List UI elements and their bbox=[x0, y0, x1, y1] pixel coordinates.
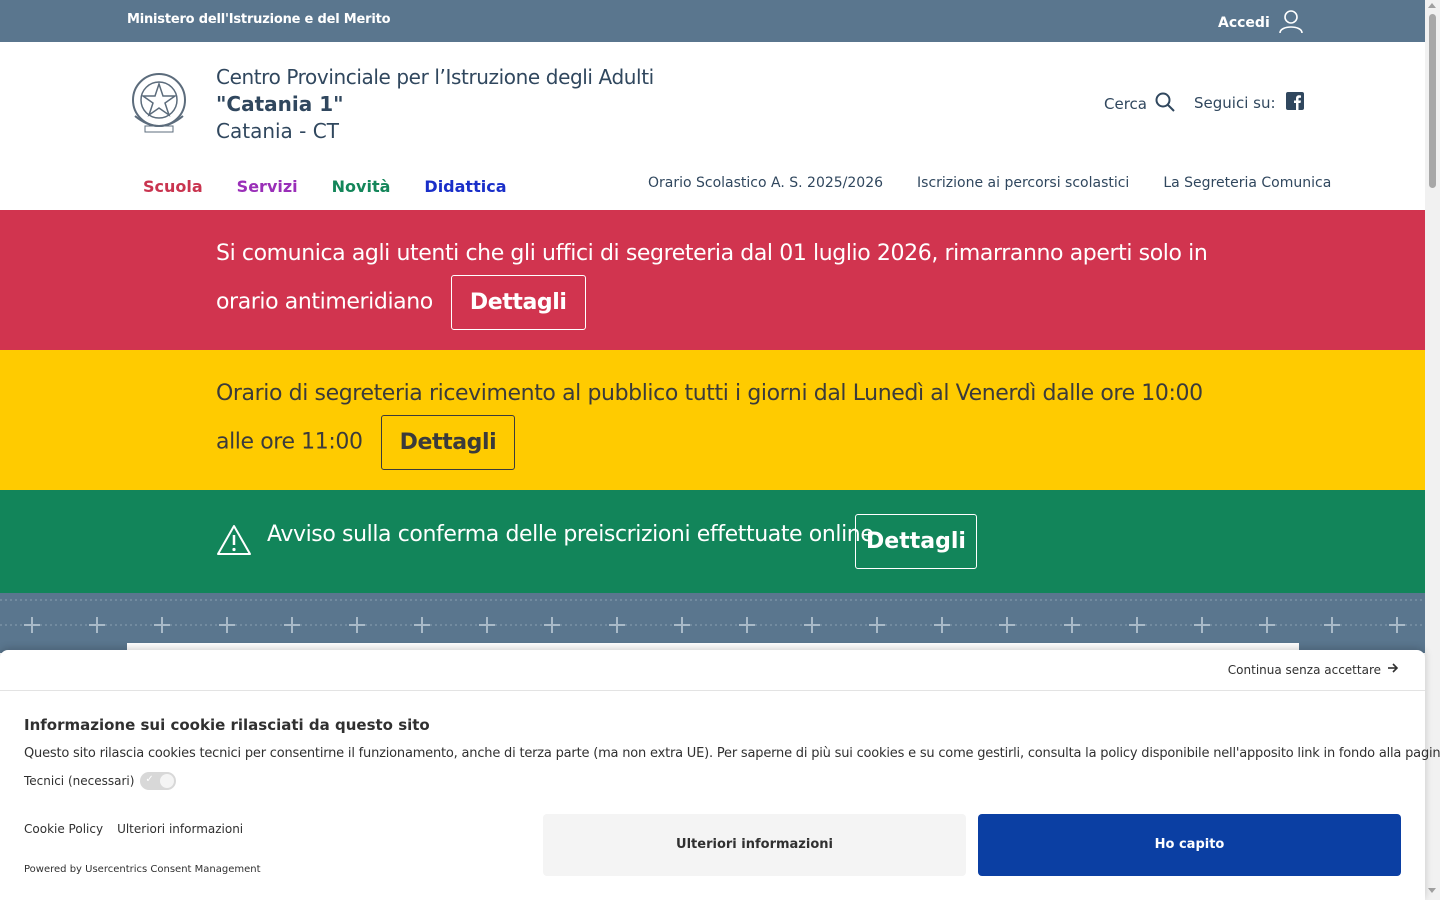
nav-orario-scolastico[interactable]: Orario Scolastico A. S. 2025/2026 bbox=[648, 175, 883, 191]
alert-yellow-details-button[interactable]: Dettagli bbox=[380, 415, 516, 470]
search-label: Cerca bbox=[1104, 95, 1147, 113]
alert-yellow-text: Orario di segreteria ricevimento al pubb… bbox=[216, 381, 1203, 455]
facebook-icon[interactable] bbox=[1285, 92, 1304, 114]
cookie-links: Cookie Policy Ulteriori informazioni bbox=[24, 822, 243, 836]
more-info-link[interactable]: Ulteriori informazioni bbox=[117, 822, 243, 836]
alert-banner-green: Avviso sulla conferma delle preiscrizion… bbox=[0, 490, 1425, 593]
title-line-1: Centro Provinciale per l’Istruzione degl… bbox=[216, 65, 654, 89]
school-title[interactable]: Centro Provinciale per l’Istruzione degl… bbox=[216, 64, 654, 145]
toggle-knob bbox=[160, 774, 175, 788]
alert-yellow-content: Orario di segreteria ricevimento al pubb… bbox=[216, 372, 1226, 470]
main-nav: Scuola Servizi Novità Didattica bbox=[143, 177, 506, 196]
search-icon bbox=[1155, 92, 1175, 116]
scrollbar-thumb[interactable] bbox=[1429, 14, 1436, 188]
site-header: Centro Provinciale per l’Istruzione degl… bbox=[0, 42, 1425, 210]
secondary-nav: Orario Scolastico A. S. 2025/2026 Iscriz… bbox=[648, 175, 1331, 191]
alert-banner-red: Si comunica agli utenti che gli uffici d… bbox=[0, 210, 1425, 350]
search-button[interactable]: Cerca bbox=[1104, 92, 1175, 116]
continue-without-accepting[interactable]: Continua senza accettare bbox=[1228, 662, 1399, 677]
nav-didattica[interactable]: Didattica bbox=[424, 177, 506, 196]
scroll-up-icon[interactable] bbox=[1428, 3, 1436, 8]
alert-red-content: Si comunica agli utenti che gli uffici d… bbox=[216, 232, 1216, 330]
alert-green-text: Avviso sulla conferma delle preiscrizion… bbox=[267, 522, 874, 547]
social-label: Seguici su: bbox=[1194, 94, 1276, 112]
cookie-toggle-row: Tecnici (necessari) ✓ bbox=[24, 772, 177, 790]
cookie-divider bbox=[0, 690, 1425, 691]
nav-segreteria-comunica[interactable]: La Segreteria Comunica bbox=[1163, 175, 1331, 191]
scroll-down-icon[interactable] bbox=[1428, 888, 1436, 893]
alert-green-details-button[interactable]: Dettagli bbox=[855, 514, 977, 569]
powered-by[interactable]: Powered by Usercentrics Consent Manageme… bbox=[24, 864, 261, 875]
cookie-description: Questo sito rilascia cookies tecnici per… bbox=[24, 746, 1440, 761]
login-button[interactable]: Accedi bbox=[1218, 8, 1304, 38]
necessary-cookies-toggle[interactable]: ✓ bbox=[140, 772, 177, 790]
arrow-right-icon bbox=[1387, 662, 1399, 677]
nav-scuola[interactable]: Scuola bbox=[143, 177, 203, 196]
alert-banner-yellow: Orario di segreteria ricevimento al pubb… bbox=[0, 350, 1425, 490]
alert-red-details-button[interactable]: Dettagli bbox=[450, 275, 586, 330]
title-line-3: Catania - CT bbox=[216, 119, 339, 143]
login-label: Accedi bbox=[1218, 15, 1270, 31]
warning-icon bbox=[216, 524, 252, 560]
accept-button[interactable]: Ho capito bbox=[978, 814, 1401, 876]
check-icon: ✓ bbox=[145, 774, 154, 785]
social-links: Seguici su: bbox=[1194, 92, 1304, 114]
toggle-label: Tecnici (necessari) bbox=[24, 774, 135, 788]
user-icon bbox=[1278, 8, 1304, 38]
cookie-policy-link[interactable]: Cookie Policy bbox=[24, 822, 103, 836]
emblem-icon[interactable] bbox=[127, 66, 191, 138]
decorative-pattern bbox=[0, 593, 1425, 653]
page-scrollbar[interactable] bbox=[1425, 0, 1440, 900]
continue-label: Continua senza accettare bbox=[1227, 662, 1381, 677]
nav-iscrizione[interactable]: Iscrizione ai percorsi scolastici bbox=[917, 175, 1129, 191]
nav-novita[interactable]: Novità bbox=[332, 177, 391, 196]
nav-servizi[interactable]: Servizi bbox=[237, 177, 298, 196]
cookie-banner: Continua senza accettare Informazione su… bbox=[0, 650, 1440, 900]
more-info-button[interactable]: Ulteriori informazioni bbox=[543, 814, 966, 876]
alert-red-text: Si comunica agli utenti che gli uffici d… bbox=[216, 241, 1208, 315]
ministry-link[interactable]: Ministero dell'Istruzione e del Merito bbox=[127, 12, 391, 27]
top-bar: Ministero dell'Istruzione e del Merito A… bbox=[0, 0, 1425, 42]
title-line-2: "Catania 1" bbox=[216, 92, 344, 116]
cookie-title: Informazione sui cookie rilasciati da qu… bbox=[24, 716, 430, 734]
